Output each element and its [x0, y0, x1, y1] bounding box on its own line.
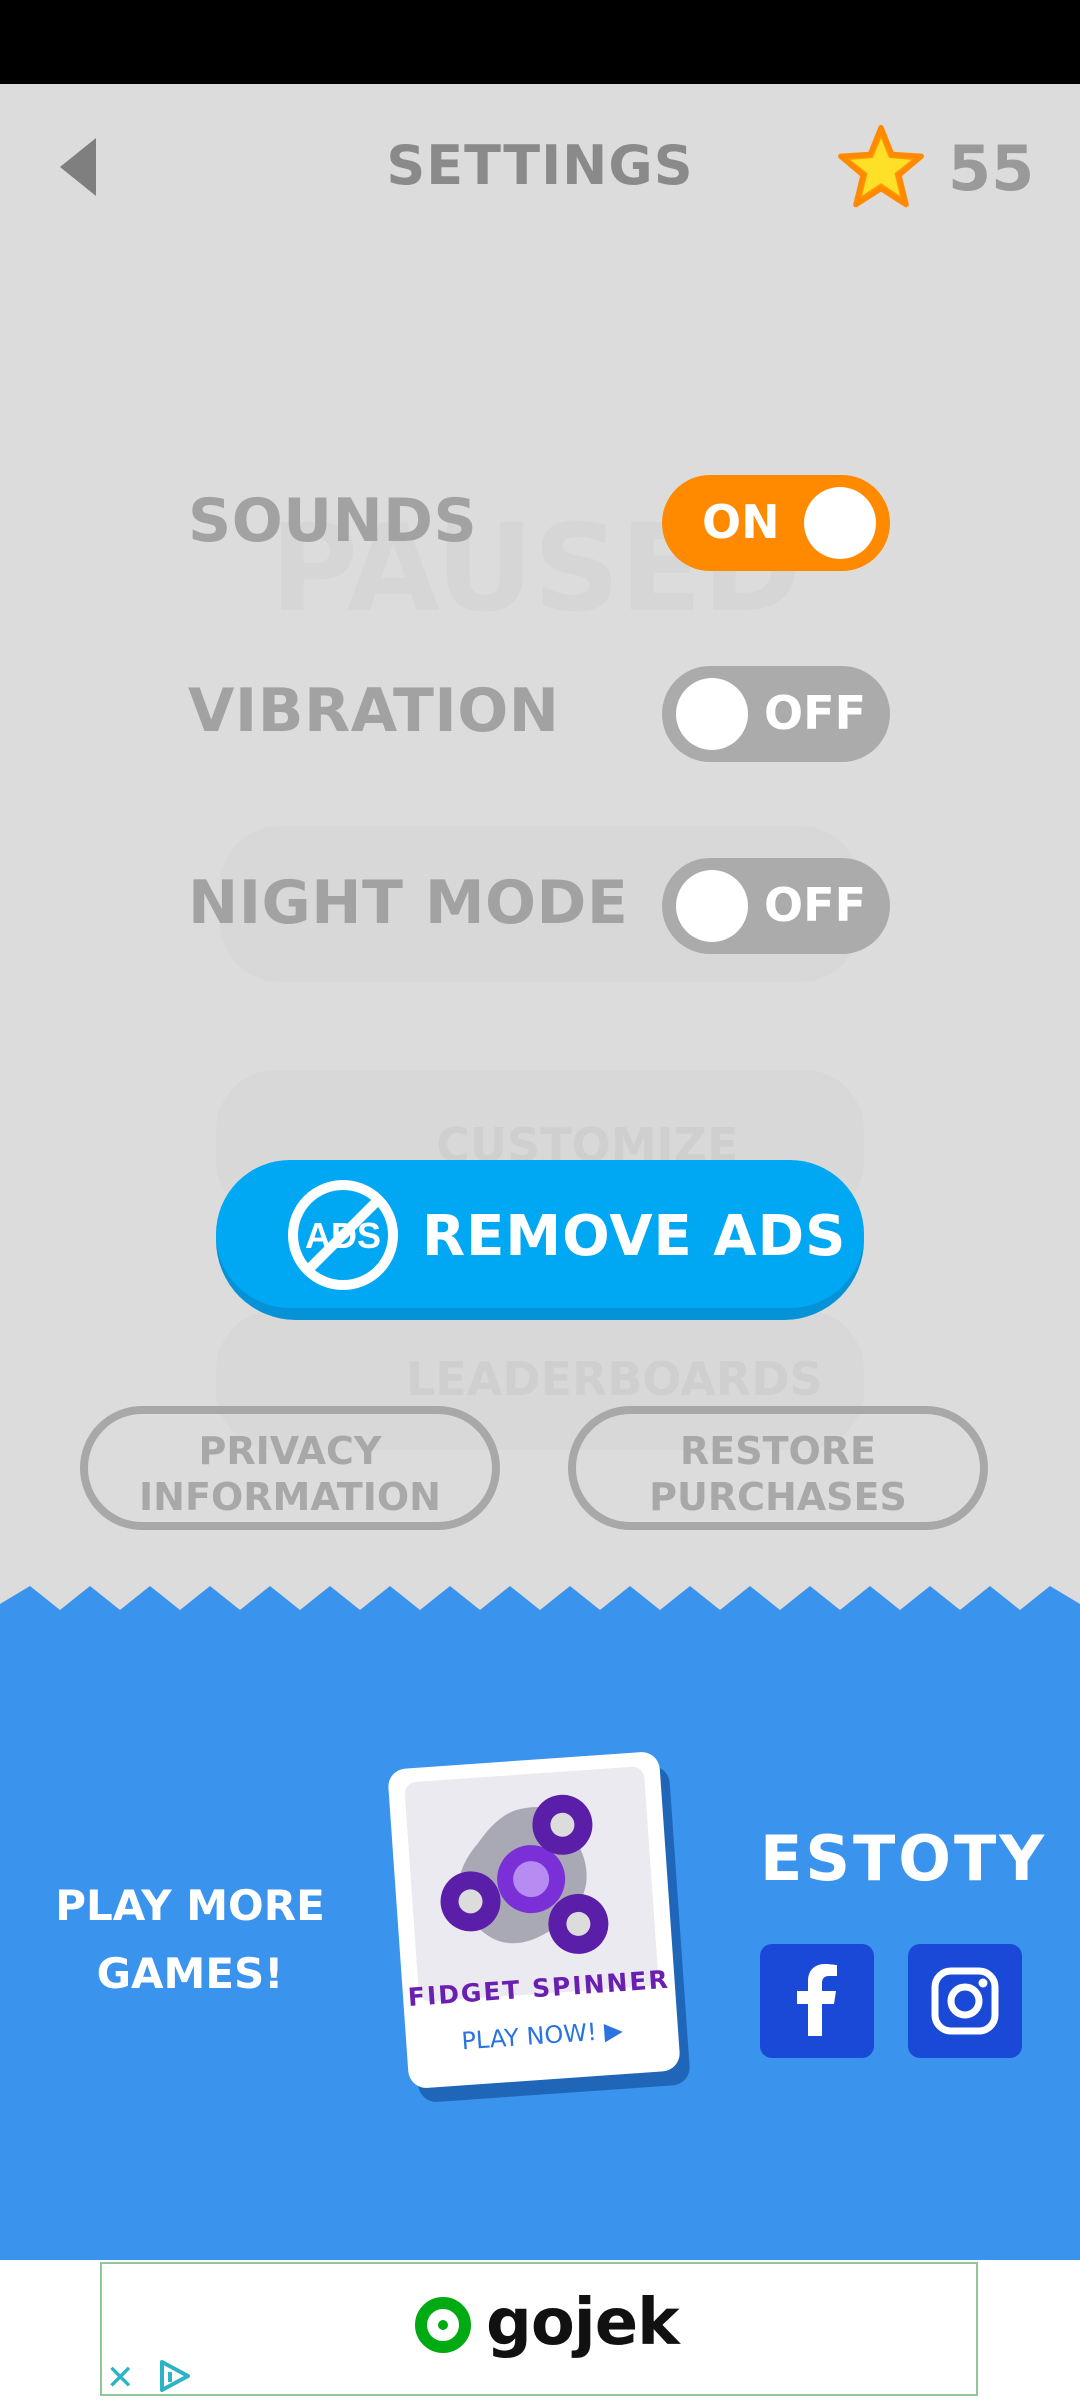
remove-ads-button[interactable]: ADS REMOVE ADS	[216, 1160, 864, 1320]
play-more-line2: GAMES!	[96, 1949, 284, 1998]
remove-ads-label: REMOVE ADS	[422, 1204, 847, 1269]
play-triangle-icon: ▶	[603, 2016, 624, 2046]
night-mode-toggle-state: OFF	[764, 878, 866, 932]
no-ads-icon: ADS	[288, 1180, 398, 1290]
card-play-now[interactable]: PLAY NOW! ▶	[405, 2012, 678, 2059]
restore-line2: PURCHASES	[649, 1475, 907, 1519]
instagram-icon	[931, 1967, 999, 2035]
sounds-label: SOUNDS	[188, 486, 478, 556]
night-mode-toggle[interactable]: OFF	[662, 858, 890, 954]
restore-purchases-button[interactable]: RESTORE PURCHASES	[568, 1406, 988, 1530]
toggle-knob	[676, 678, 748, 750]
vibration-label: VIBRATION	[188, 676, 560, 746]
sounds-toggle[interactable]: ON	[662, 475, 890, 571]
play-more-games-text: PLAY MORE GAMES!	[40, 1872, 340, 2008]
restore-line1: RESTORE	[679, 1429, 877, 1473]
privacy-information-button[interactable]: PRIVACY INFORMATION	[80, 1406, 500, 1530]
privacy-line1: PRIVACY	[198, 1429, 382, 1473]
vibration-toggle-state: OFF	[764, 686, 866, 740]
toggle-knob	[676, 870, 748, 942]
status-bar	[0, 0, 1080, 84]
top-bar: SETTINGS 55	[0, 84, 1080, 244]
background-leaderboards-text: LEADERBOARDS	[406, 1352, 823, 1406]
facebook-button[interactable]	[760, 1944, 874, 2058]
card-play-now-label: PLAY NOW!	[460, 2017, 598, 2056]
ad-brand-text: gojek	[486, 2286, 680, 2360]
night-mode-label: NIGHT MODE	[188, 868, 629, 938]
fidget-spinner-art	[404, 1765, 659, 2003]
play-more-line1: PLAY MORE	[55, 1881, 325, 1930]
fidget-spinner-card[interactable]: FIDGET SPINNER PLAY NOW! ▶	[387, 1750, 681, 2090]
privacy-line2: INFORMATION	[139, 1475, 441, 1519]
star-icon	[838, 124, 924, 208]
coin-count: 55	[948, 132, 1035, 205]
facebook-icon	[797, 1964, 837, 2036]
ad-close-icon[interactable]: ✕	[106, 2358, 135, 2398]
instagram-button[interactable]	[908, 1944, 1022, 2058]
ad-choices-icon[interactable]	[156, 2358, 192, 2394]
vibration-toggle[interactable]: OFF	[662, 666, 890, 762]
remove-ads-face: ADS REMOVE ADS	[216, 1160, 864, 1308]
toggle-knob	[804, 487, 876, 559]
gojek-logo-icon	[415, 2297, 471, 2353]
sounds-toggle-state: ON	[702, 495, 780, 549]
estoty-logo: ESTOTY	[760, 1822, 1048, 1895]
